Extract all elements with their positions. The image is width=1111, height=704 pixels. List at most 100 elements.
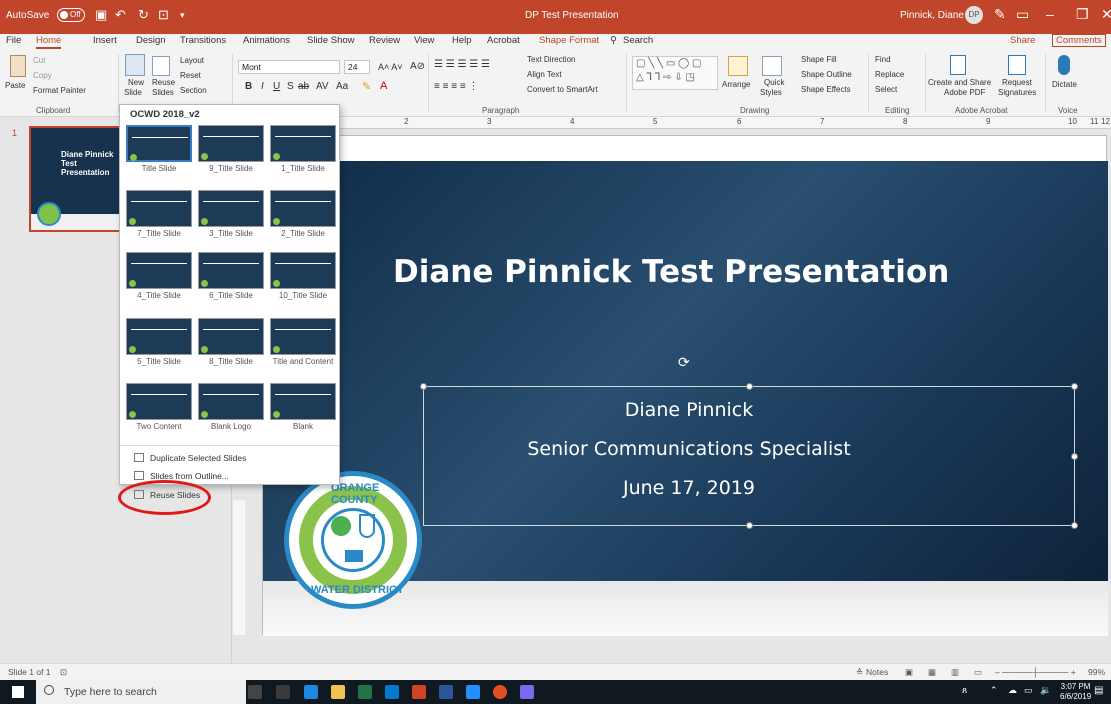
- replace-button[interactable]: Replace: [875, 70, 904, 79]
- tab-transitions[interactable]: Transitions: [180, 35, 226, 46]
- tab-acrobat[interactable]: Acrobat: [487, 35, 520, 46]
- taskbar-search[interactable]: Type here to search: [36, 680, 246, 704]
- cortana-icon[interactable]: [248, 685, 262, 699]
- grow-font-icon[interactable]: A˄ A˅: [378, 62, 403, 72]
- resize-handle[interactable]: [746, 522, 753, 529]
- arrange-button[interactable]: Arrange: [722, 80, 750, 89]
- subtitle-role[interactable]: Senior Communications Specialist: [499, 438, 879, 460]
- undo-icon[interactable]: ↶: [115, 7, 126, 23]
- paint-icon[interactable]: [520, 685, 534, 699]
- tab-shape-format[interactable]: Shape Format: [539, 35, 599, 46]
- rotate-handle-icon[interactable]: ⟳: [678, 354, 690, 371]
- find-button[interactable]: Find: [875, 55, 891, 64]
- subtitle-date[interactable]: June 17, 2019: [499, 477, 879, 499]
- request-signatures-icon[interactable]: [1008, 55, 1026, 75]
- layout-blank[interactable]: Blank: [270, 383, 336, 431]
- tab-slide-show[interactable]: Slide Show: [307, 35, 355, 46]
- resize-handle[interactable]: [420, 383, 427, 390]
- layout-title-slide[interactable]: Title Slide: [126, 125, 192, 173]
- tab-design[interactable]: Design: [136, 35, 166, 46]
- slide-thumbnail[interactable]: Diane Pinnick Test Presentation ———: [29, 126, 129, 232]
- task-view-icon[interactable]: [276, 685, 290, 699]
- cut-button[interactable]: Cut: [33, 56, 45, 65]
- user-name[interactable]: Pinnick, Diane: [900, 10, 964, 21]
- word-icon[interactable]: [439, 685, 453, 699]
- slide-sorter-icon[interactable]: ▦: [928, 667, 936, 678]
- tab-insert[interactable]: Insert: [93, 35, 117, 46]
- bold-icon[interactable]: B: [245, 81, 252, 92]
- layout-8-title-slide[interactable]: 8_Title Slide: [198, 318, 264, 366]
- layout-10-title-slide[interactable]: 10_Title Slide: [270, 252, 336, 300]
- layout-9-title-slide[interactable]: 9_Title Slide: [198, 125, 264, 173]
- create-share-pdf-button[interactable]: Create and Share: [928, 78, 991, 87]
- shapes-row2-icon[interactable]: △ ⅂ ⅂ ⇨ ⇩ ◳: [636, 72, 695, 83]
- minimize-icon[interactable]: –: [1046, 6, 1054, 22]
- share-button[interactable]: Share: [1010, 35, 1035, 46]
- customize-qat-icon[interactable]: ▾: [180, 10, 185, 21]
- font-size-box[interactable]: 24: [344, 60, 370, 74]
- pen-icon[interactable]: ✎: [994, 6, 1006, 23]
- file-explorer-icon[interactable]: [331, 685, 345, 699]
- windows-start-icon[interactable]: [12, 686, 24, 698]
- dictate-button[interactable]: Dictate: [1052, 80, 1077, 89]
- shape-fill-button[interactable]: Shape Fill: [801, 55, 837, 64]
- system-clock[interactable]: 3:07 PM 6/6/2019: [1060, 682, 1091, 702]
- search-box[interactable]: Search: [623, 35, 653, 46]
- paste-button[interactable]: Paste: [5, 81, 25, 90]
- align-icons[interactable]: ≡ ≡ ≡ ≡ ⋮: [434, 81, 478, 92]
- font-color-icon[interactable]: A: [380, 80, 387, 92]
- resize-handle[interactable]: [1071, 453, 1078, 460]
- internet-explorer-icon[interactable]: [466, 685, 480, 699]
- layout-title-and-content[interactable]: Title and Content: [270, 318, 336, 366]
- duplicate-selected-slides-item[interactable]: Duplicate Selected Slides: [134, 453, 246, 463]
- new-slide-icon[interactable]: [125, 54, 145, 76]
- layout-blank-logo[interactable]: Blank Logo: [198, 383, 264, 431]
- convert-smartart-button[interactable]: Convert to SmartArt: [527, 85, 598, 94]
- slides-from-outline-item[interactable]: Slides from Outline...: [134, 471, 229, 481]
- layout-1-title-slide[interactable]: 1_Title Slide: [270, 125, 336, 173]
- bullets-icon[interactable]: ☰ ☰ ☰ ☰ ☰: [434, 59, 490, 70]
- layout-7-title-slide[interactable]: 7_Title Slide: [126, 190, 192, 238]
- layout-two-content[interactable]: Two Content: [126, 383, 192, 431]
- layout-button[interactable]: Layout: [180, 56, 204, 65]
- slide-title[interactable]: Diane Pinnick Test Presentation: [393, 254, 1111, 290]
- zoom-slider[interactable]: – ─────┼───── +: [995, 667, 1076, 677]
- create-pdf-icon[interactable]: [950, 55, 966, 75]
- quick-styles-button[interactable]: Quick: [764, 78, 784, 87]
- font-name-box[interactable]: Mont: [238, 60, 340, 74]
- underline-icon[interactable]: U: [273, 81, 280, 92]
- normal-view-icon[interactable]: ▣: [905, 667, 913, 678]
- notes-button[interactable]: Notes: [866, 667, 888, 677]
- change-case-icon[interactable]: Aa: [336, 81, 348, 92]
- slide-canvas[interactable]: Diane Pinnick Test Presentation ⟳ Diane …: [262, 135, 1108, 636]
- start-from-beginning-icon[interactable]: ⊡: [158, 7, 169, 23]
- shapes-icon[interactable]: ▢ ╲ ╲ ▭ ◯ ▢: [636, 58, 701, 69]
- close-icon[interactable]: ✕: [1101, 6, 1111, 23]
- layout-2-title-slide[interactable]: 2_Title Slide: [270, 190, 336, 238]
- resize-handle[interactable]: [1071, 522, 1078, 529]
- maximize-icon[interactable]: ❐: [1076, 6, 1089, 23]
- network-icon[interactable]: ▭: [1024, 685, 1038, 699]
- resize-handle[interactable]: [1071, 383, 1078, 390]
- layout-6-title-slide[interactable]: 6_Title Slide: [198, 252, 264, 300]
- reset-button[interactable]: Reset: [180, 71, 201, 80]
- chrome-icon[interactable]: [493, 685, 507, 699]
- align-text-button[interactable]: Align Text: [527, 70, 562, 79]
- italic-icon[interactable]: I: [261, 81, 264, 92]
- copy-button[interactable]: Copy: [33, 71, 52, 80]
- search-icon[interactable]: ⚲: [610, 35, 617, 46]
- redo-icon[interactable]: ↻: [138, 7, 149, 23]
- reuse-slides-icon[interactable]: [152, 56, 170, 76]
- reading-view-icon[interactable]: ▥: [951, 667, 959, 678]
- shape-effects-button[interactable]: Shape Effects: [801, 85, 851, 94]
- excel-icon[interactable]: [358, 685, 372, 699]
- request-signatures-button[interactable]: Request: [1002, 78, 1032, 87]
- layout-4-title-slide[interactable]: 4_Title Slide: [126, 252, 192, 300]
- new-slide-button[interactable]: New: [128, 78, 144, 87]
- text-direction-button[interactable]: Text Direction: [527, 55, 575, 64]
- section-button[interactable]: Section: [180, 86, 207, 95]
- tab-review[interactable]: Review: [369, 35, 400, 46]
- tab-help[interactable]: Help: [452, 35, 472, 46]
- paste-icon[interactable]: [10, 55, 26, 77]
- tab-animations[interactable]: Animations: [243, 35, 290, 46]
